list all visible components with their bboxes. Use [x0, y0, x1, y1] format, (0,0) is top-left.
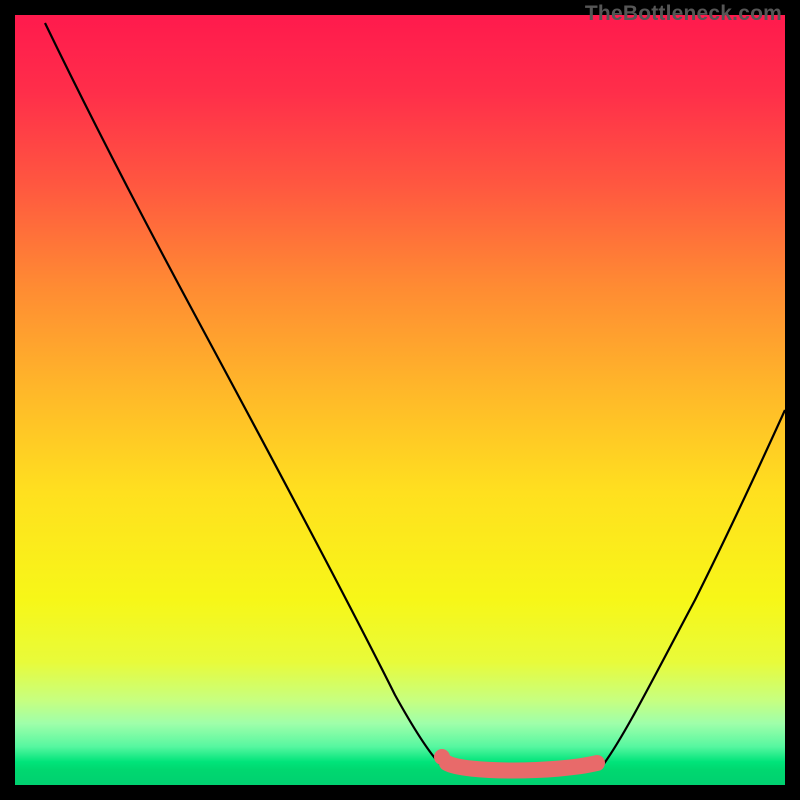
curve-right [603, 410, 785, 765]
optimal-range-band [447, 763, 597, 771]
current-point-marker [434, 749, 450, 765]
chart-container: TheBottleneck.com [0, 0, 800, 800]
plot-area [15, 15, 785, 785]
chart-svg [15, 15, 785, 785]
attribution-text: TheBottleneck.com [585, 2, 782, 26]
curve-left [45, 23, 441, 765]
